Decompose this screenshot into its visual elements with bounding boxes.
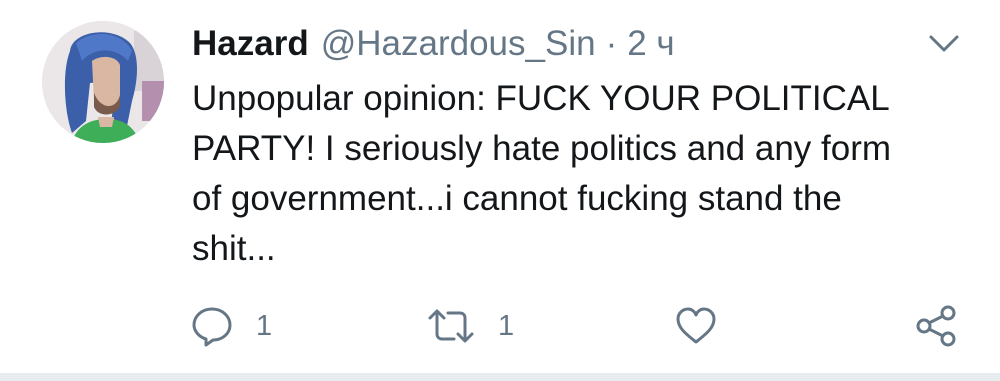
reply-icon: [192, 307, 232, 347]
divider: [0, 373, 1000, 381]
tweet-text-line: Unpopular opinion: FUCK YOUR POLITICAL: [192, 79, 890, 118]
tweet-header: Hazard @Hazardous_Sin · 2 ч: [192, 22, 675, 66]
heart-icon: [676, 307, 716, 344]
retweet-icon: [428, 309, 474, 343]
separator-dot: ·: [605, 24, 618, 63]
share-button[interactable]: [914, 300, 958, 352]
retweet-count: 1: [498, 309, 515, 342]
avatar-image: [42, 21, 164, 143]
share-icon: [916, 305, 956, 347]
author-handle[interactable]: @Hazardous_Sin: [321, 22, 596, 66]
author-name[interactable]: Hazard: [192, 22, 309, 66]
more-options-chevron-down-icon[interactable]: [928, 34, 960, 54]
reply-count: 1: [256, 309, 273, 342]
tweet-text-line: shit...: [192, 229, 276, 268]
retweet-button[interactable]: 1: [426, 300, 514, 352]
timestamp[interactable]: 2 ч: [627, 22, 674, 66]
tweet-text-line: PARTY! I seriously hate politics and any…: [192, 129, 892, 168]
reply-button[interactable]: 1: [190, 300, 272, 352]
tweet-text-line: of government...i cannot fucking stand t…: [192, 179, 842, 218]
like-button[interactable]: [674, 300, 740, 352]
tweet[interactable]: Hazard @Hazardous_Sin · 2 ч Unpopular op…: [0, 0, 1000, 381]
avatar[interactable]: [42, 21, 164, 143]
tweet-actions: 1 1: [190, 300, 970, 352]
tweet-text: Unpopular opinion: FUCK YOUR POLITICAL P…: [192, 74, 972, 274]
